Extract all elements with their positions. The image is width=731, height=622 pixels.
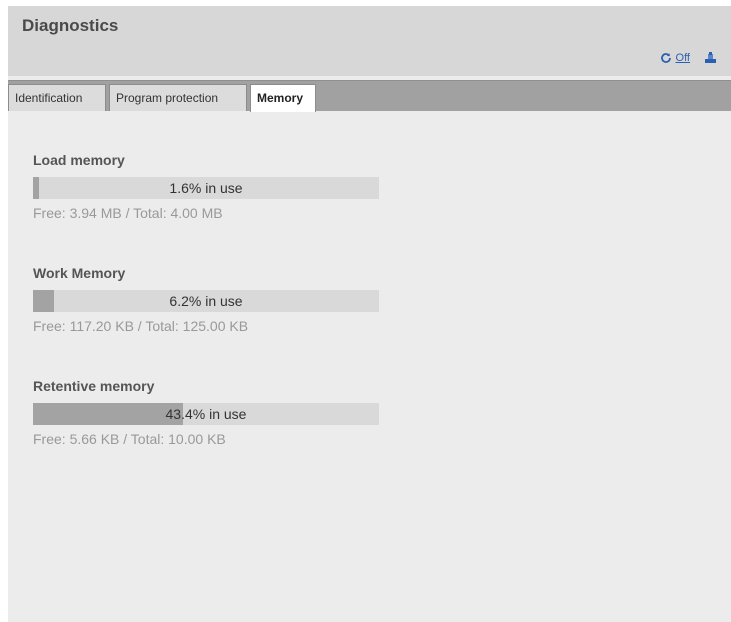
load-memory-section: Load memory 1.6% in use Free: 3.94 MB / … (33, 152, 393, 221)
usage-bar: 43.4% in use (33, 403, 379, 425)
usage-label: 6.2% in use (169, 293, 243, 309)
free-total-text: Free: 3.94 MB / Total: 4.00 MB (33, 205, 223, 221)
auto-refresh-off-link[interactable]: Off (676, 52, 690, 64)
retentive-memory-section: Retentive memory 43.4% in use Free: 5.66… (33, 378, 393, 447)
export-icon[interactable] (704, 52, 717, 64)
panel-header: Diagnostics Off (8, 6, 731, 76)
diagnostics-panel: Diagnostics Off Identification Program p… (8, 6, 731, 622)
header-controls: Off (660, 52, 717, 64)
section-title: Load memory (33, 152, 125, 168)
usage-bar: 1.6% in use (33, 177, 379, 199)
tab-identification[interactable]: Identification (8, 84, 106, 111)
work-memory-section: Work Memory 6.2% in use Free: 117.20 KB … (33, 265, 393, 334)
tab-bar: Identification Program protection Memory (8, 80, 731, 112)
tab-memory[interactable]: Memory (250, 84, 316, 112)
page-title: Diagnostics (22, 16, 119, 35)
free-total-text: Free: 117.20 KB / Total: 125.00 KB (33, 318, 249, 334)
usage-bar: 6.2% in use (33, 290, 379, 312)
refresh-icon[interactable] (660, 52, 672, 64)
usage-label: 1.6% in use (169, 180, 243, 196)
usage-label: 43.4% in use (165, 406, 247, 422)
section-title: Work Memory (33, 265, 126, 281)
tab-program-protection[interactable]: Program protection (109, 84, 247, 111)
free-total-text: Free: 5.66 KB / Total: 10.00 KB (33, 431, 226, 447)
section-title: Retentive memory (33, 378, 155, 394)
